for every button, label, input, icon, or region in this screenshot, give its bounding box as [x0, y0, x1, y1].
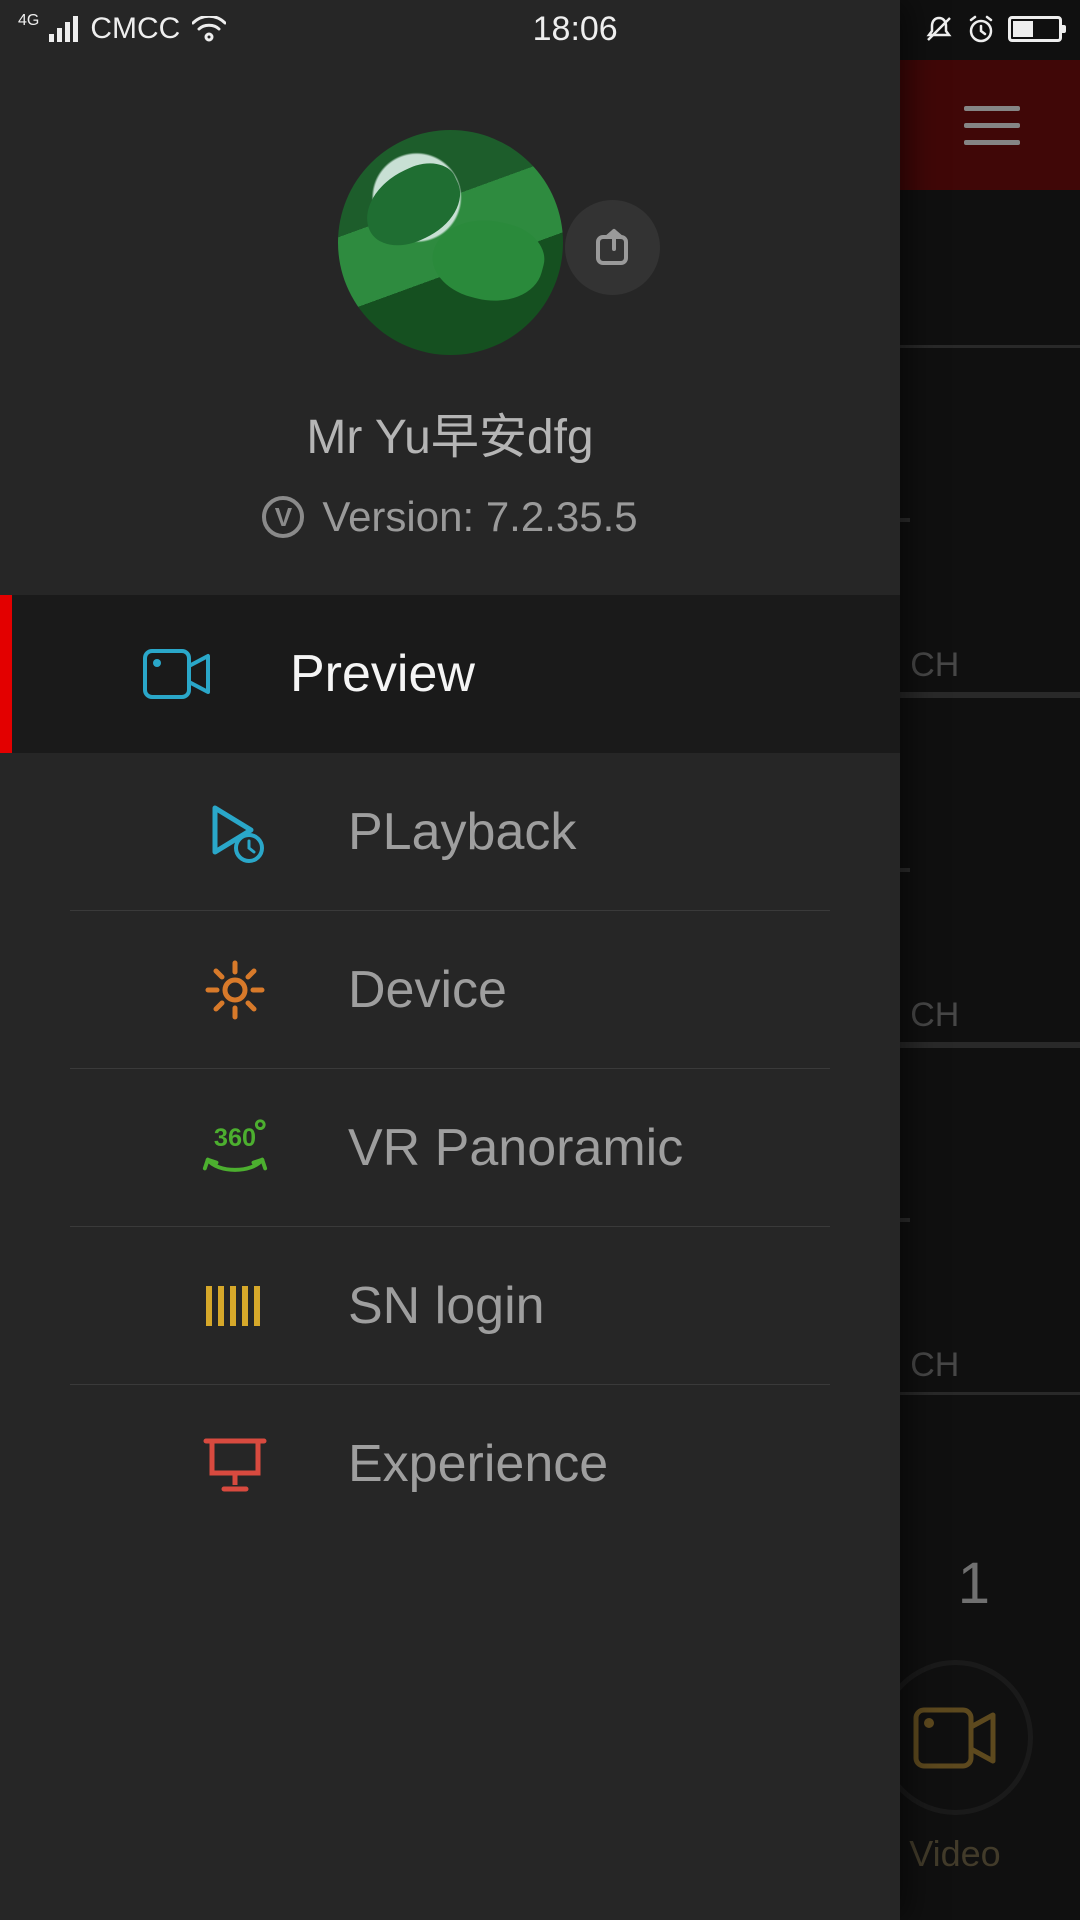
menu-item-device[interactable]: Device [70, 911, 830, 1069]
menu-label: Preview [290, 644, 475, 704]
hamburger-icon[interactable] [964, 106, 1020, 145]
barcode-icon [200, 1271, 270, 1341]
playback-icon [200, 797, 270, 867]
page-count: 1 [958, 1550, 990, 1617]
avatar[interactable] [338, 130, 563, 355]
drawer-menu: Preview PLayback Device [0, 595, 900, 1543]
menu-label: Experience [348, 1434, 608, 1494]
menu-label: PLayback [348, 802, 576, 862]
status-bar: 4G CMCC 18:06 [0, 0, 1080, 58]
menu-item-experience[interactable]: Experience [70, 1385, 830, 1543]
menu-label: VR Panoramic [348, 1118, 683, 1178]
menu-item-vr[interactable]: 360 VR Panoramic [70, 1069, 830, 1227]
mute-bell-icon [924, 14, 954, 44]
video-button-circle [878, 1660, 1033, 1815]
wifi-icon [192, 16, 226, 42]
username: Mr Yu早安dfg [306, 397, 593, 467]
share-icon [590, 225, 636, 271]
camera-icon [142, 639, 212, 709]
version-row: V Version: 7.2.35.5 [262, 493, 637, 541]
signal-icon [49, 16, 78, 42]
alarm-icon [966, 14, 996, 44]
carrier-label: CMCC [90, 12, 180, 46]
side-drawer: Mr Yu早安dfg V Version: 7.2.35.5 Preview [0, 0, 900, 1920]
menu-item-sn-login[interactable]: SN login [70, 1227, 830, 1385]
profile-section: Mr Yu早安dfg V Version: 7.2.35.5 [0, 0, 900, 595]
version-badge-icon: V [262, 496, 304, 538]
network-badge: 4G [18, 12, 39, 30]
menu-label: SN login [348, 1276, 545, 1336]
gear-icon [200, 955, 270, 1025]
version-label: Version: 7.2.35.5 [322, 493, 637, 541]
share-button[interactable] [565, 200, 660, 295]
clock: 18:06 [226, 10, 924, 49]
camera-icon [913, 1707, 998, 1769]
video-button-label: Video [909, 1833, 1000, 1875]
svg-text:360: 360 [214, 1124, 256, 1152]
menu-label: Device [348, 960, 507, 1020]
menu-item-playback[interactable]: PLayback [70, 753, 830, 911]
presentation-icon [200, 1429, 270, 1499]
battery-icon [1008, 16, 1062, 42]
menu-item-preview[interactable]: Preview [0, 595, 900, 753]
vr-360-icon: 360 [200, 1113, 270, 1183]
